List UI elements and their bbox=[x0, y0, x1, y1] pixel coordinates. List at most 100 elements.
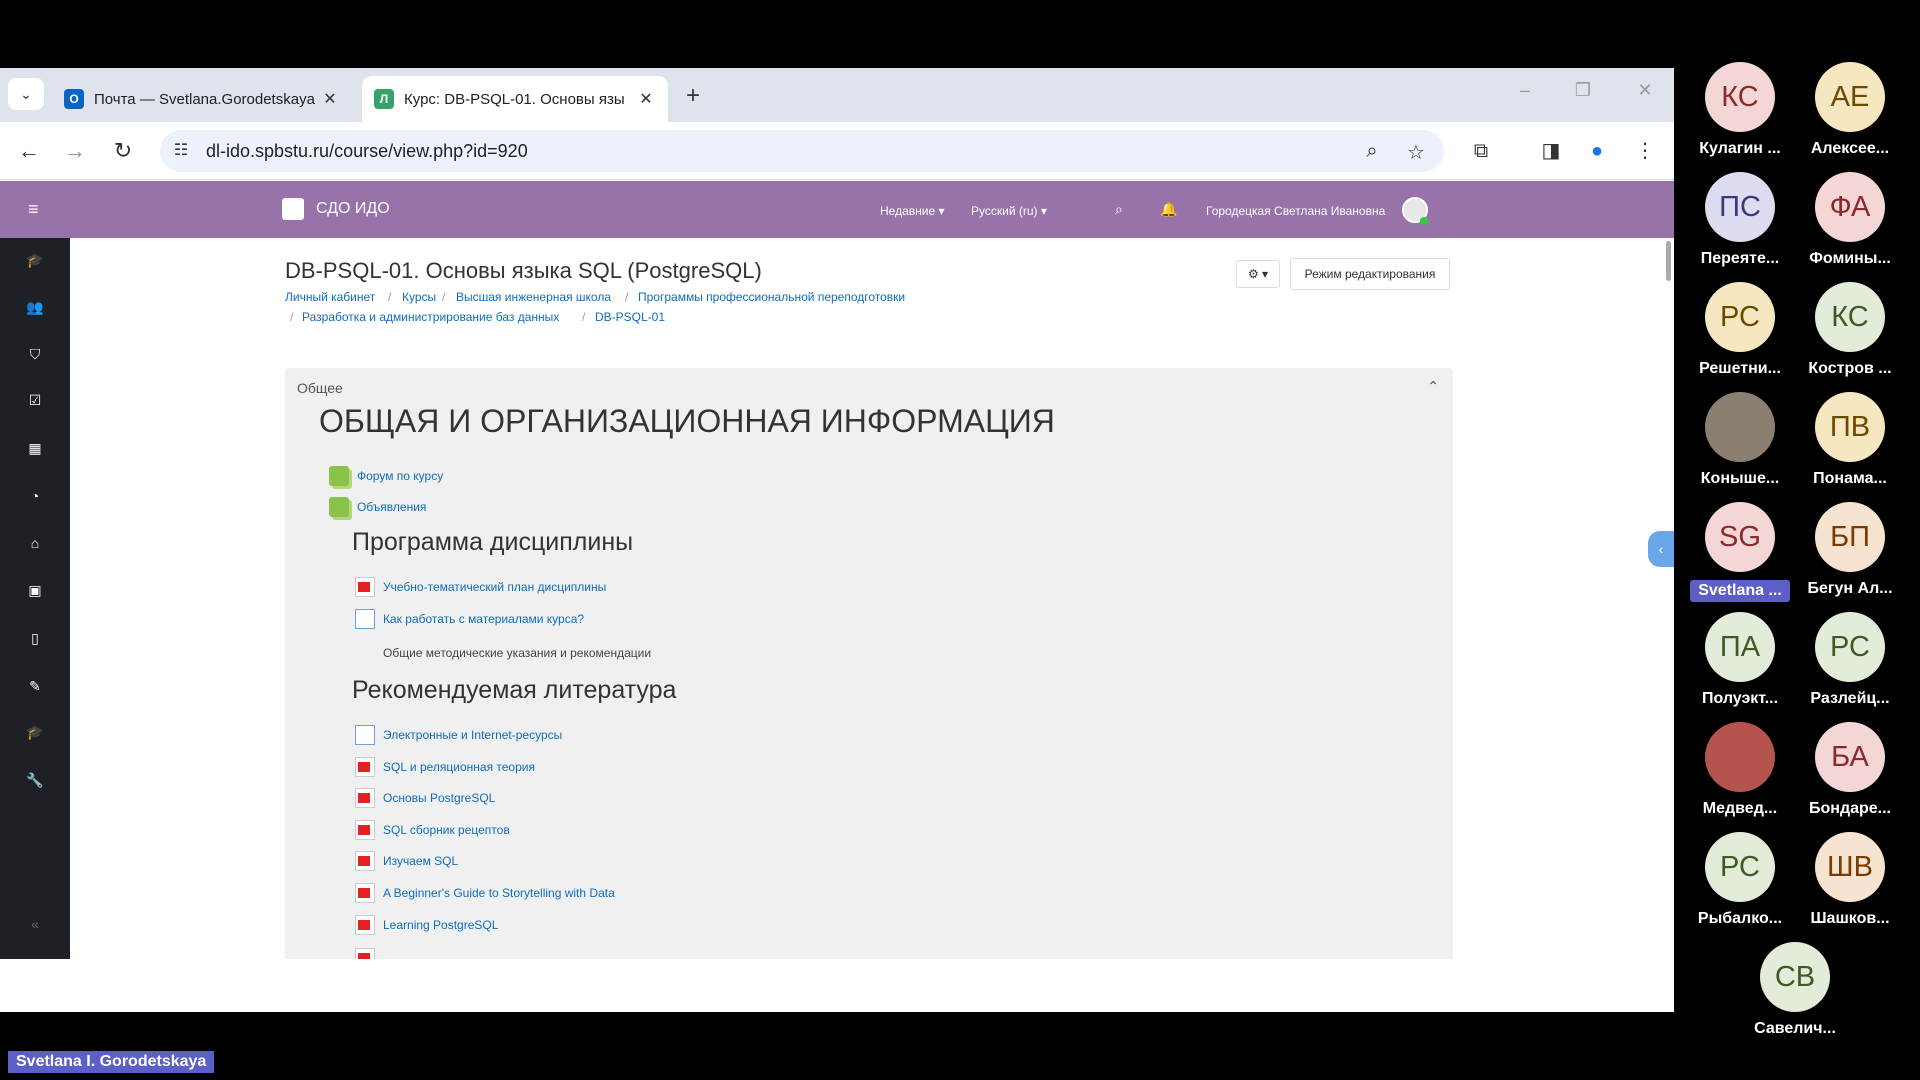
hamburger-menu-icon[interactable]: ≡ bbox=[28, 199, 39, 220]
site-info-icon[interactable]: ☷ bbox=[170, 140, 192, 162]
reload-icon[interactable]: ↻ bbox=[108, 136, 138, 166]
chevron-up-icon[interactable]: ⌃ bbox=[1427, 378, 1439, 395]
activity-pdf[interactable]: Основы PostgreSQL bbox=[355, 788, 495, 808]
graduation-cap-icon[interactable]: 🎓 bbox=[24, 724, 46, 741]
activity-link[interactable]: Учебно-тематический план дисциплины bbox=[383, 580, 606, 594]
moodle-favicon-icon: Л bbox=[374, 89, 394, 109]
recent-dropdown[interactable]: Недавние ▾ bbox=[880, 204, 945, 218]
participant-tile[interactable]: КС Костров ... bbox=[1800, 282, 1900, 378]
back-icon[interactable]: ← bbox=[14, 136, 44, 166]
chevron-left-icon[interactable]: ‹ bbox=[1648, 531, 1674, 567]
participant-tile-speaking[interactable]: SG Svetlana ... bbox=[1690, 502, 1790, 602]
search-icon[interactable]: ⌕ bbox=[1115, 201, 1123, 218]
side-panel-icon[interactable]: ◨ bbox=[1538, 138, 1564, 164]
zoom-icon[interactable]: ⌕ bbox=[1360, 140, 1384, 163]
table-icon[interactable]: ▦ bbox=[24, 440, 46, 457]
activity-pdf[interactable]: SQL сборник рецептов bbox=[355, 820, 510, 840]
participant-tile[interactable]: Коныше... bbox=[1690, 392, 1790, 488]
close-tab-icon[interactable]: ✕ bbox=[320, 89, 340, 109]
calendar-icon[interactable]: ▣ bbox=[24, 582, 46, 599]
brush-icon[interactable]: ✎ bbox=[24, 678, 46, 695]
site-logo[interactable] bbox=[282, 198, 304, 220]
tab-search-button[interactable]: ⌄ bbox=[8, 78, 44, 110]
profile-icon[interactable]: ● bbox=[1584, 138, 1610, 164]
participant-tile[interactable]: ПА Полуэкт... bbox=[1690, 612, 1790, 708]
section-label[interactable]: Общее bbox=[297, 380, 343, 396]
participant-tile[interactable]: Медвед... bbox=[1690, 722, 1790, 818]
activity-link[interactable]: A Beginner's Guide to Storytelling with … bbox=[383, 886, 615, 900]
subsection-heading: Рекомендуемая литература bbox=[352, 676, 677, 704]
home-icon[interactable]: ⌂ bbox=[24, 535, 46, 551]
activity-forum[interactable]: Форум по курсу bbox=[329, 466, 443, 486]
extensions-icon[interactable]: ⧉ bbox=[1468, 138, 1494, 164]
breadcrumb-item[interactable]: Личный кабинет bbox=[285, 290, 375, 304]
activity-link[interactable]: Learning PostgreSQL bbox=[383, 918, 498, 932]
bell-icon[interactable]: 🔔 bbox=[1160, 201, 1177, 218]
shield-icon[interactable]: ⛉ bbox=[24, 346, 46, 363]
participant-tile[interactable]: ПС Переяте... bbox=[1690, 172, 1790, 268]
avatar: КС bbox=[1815, 282, 1885, 352]
activity-link[interactable]: SQL сборник рецептов bbox=[383, 823, 510, 837]
user-name[interactable]: Городецкая Светлана Ивановна bbox=[1206, 204, 1385, 218]
address-bar[interactable]: ☷ dl-ido.spbstu.ru/course/view.php?id=92… bbox=[160, 130, 1444, 172]
breadcrumb-item[interactable]: Программы профессиональной переподготовк… bbox=[638, 290, 905, 304]
activity-pdf[interactable]: Learning PostgreSQL bbox=[355, 915, 498, 935]
bookmark-star-icon[interactable]: ☆ bbox=[1404, 140, 1428, 165]
minimize-icon[interactable]: – bbox=[1510, 80, 1540, 101]
activity-link[interactable]: Как работать с материалами курса? bbox=[383, 612, 584, 626]
dashboard-icon[interactable]: ◔ bbox=[24, 488, 46, 504]
wrench-icon[interactable]: 🔧 bbox=[24, 772, 46, 789]
activity-pdf[interactable] bbox=[355, 948, 383, 959]
edit-mode-button[interactable]: Режим редактирования bbox=[1290, 258, 1450, 290]
site-name[interactable]: СДО ИДО bbox=[316, 200, 390, 218]
activity-pdf[interactable]: Изучаем SQL bbox=[355, 851, 458, 871]
participant-tile[interactable]: КС Кулагин ... bbox=[1690, 62, 1790, 158]
activity-link[interactable]: Основы PostgreSQL bbox=[383, 791, 495, 805]
page-scrollbar[interactable] bbox=[1666, 241, 1671, 281]
breadcrumb-item[interactable]: DB-PSQL-01 bbox=[595, 310, 665, 324]
activity-pdf[interactable]: A Beginner's Guide to Storytelling with … bbox=[355, 883, 615, 903]
activity-link[interactable]: Изучаем SQL bbox=[383, 854, 458, 868]
participant-tile[interactable]: РС Разлейц... bbox=[1800, 612, 1900, 708]
activity-link[interactable]: SQL и реляционная теория bbox=[383, 760, 535, 774]
tab-course[interactable]: Л Курс: DB-PSQL-01. Основы язы ✕ bbox=[362, 76, 668, 122]
tab-mail[interactable]: O Почта — Svetlana.Gorodetskaya ✕ bbox=[52, 76, 352, 122]
participant-tile[interactable]: СВ Савелич... bbox=[1745, 942, 1845, 1038]
url-text[interactable]: dl-ido.spbstu.ru/course/view.php?id=920 bbox=[206, 141, 528, 162]
graduation-cap-icon[interactable]: 🎓 bbox=[24, 252, 46, 269]
breadcrumb-item[interactable]: Разработка и администрирование баз данны… bbox=[302, 310, 559, 324]
file-icon[interactable]: ▯ bbox=[24, 630, 46, 647]
activity-link[interactable]: Электронные и Internet-ресурсы bbox=[383, 728, 562, 742]
participant-tile[interactable]: РС Решетни... bbox=[1690, 282, 1790, 378]
users-icon[interactable]: 👥 bbox=[24, 299, 46, 316]
breadcrumb-separator: / bbox=[625, 290, 629, 304]
participant-name: Переяте... bbox=[1700, 250, 1780, 267]
collapse-drawer-icon[interactable]: « bbox=[24, 916, 46, 932]
checkbox-icon[interactable]: ☑ bbox=[24, 392, 46, 409]
activity-page[interactable]: Как работать с материалами курса? bbox=[355, 609, 584, 629]
close-window-icon[interactable]: ✕ bbox=[1630, 80, 1660, 101]
activity-pdf[interactable]: Учебно-тематический план дисциплины bbox=[355, 577, 606, 597]
activity-forum[interactable]: Объявления bbox=[329, 497, 426, 517]
breadcrumb-item[interactable]: Курсы bbox=[402, 290, 436, 304]
activity-page[interactable]: Электронные и Internet-ресурсы bbox=[355, 725, 562, 745]
participant-tile[interactable]: ШВ Шашков... bbox=[1800, 832, 1900, 928]
participant-tile[interactable]: БП Бегун Ал... bbox=[1800, 502, 1900, 598]
activity-link[interactable]: Форум по курсу bbox=[357, 469, 443, 483]
new-tab-button[interactable]: + bbox=[680, 82, 706, 110]
language-dropdown[interactable]: Русский (ru) ▾ bbox=[971, 204, 1047, 218]
activity-link[interactable]: Объявления bbox=[357, 500, 426, 514]
participant-tile[interactable]: РС Рыбалко... bbox=[1690, 832, 1790, 928]
participant-tile[interactable]: БА Бондаре... bbox=[1800, 722, 1900, 818]
menu-kebab-icon[interactable]: ⋮ bbox=[1632, 138, 1658, 164]
participant-tile[interactable]: ПВ Понама... bbox=[1800, 392, 1900, 488]
course-settings-button[interactable]: ⚙ ▾ bbox=[1236, 260, 1280, 288]
participant-tile[interactable]: ФА Фомины... bbox=[1800, 172, 1900, 268]
activity-pdf[interactable]: SQL и реляционная теория bbox=[355, 757, 535, 777]
avatar-initials: ПС bbox=[1719, 190, 1761, 223]
breadcrumb-item[interactable]: Высшая инженерная школа bbox=[456, 290, 611, 304]
forward-icon[interactable]: → bbox=[60, 136, 90, 166]
restore-icon[interactable]: ❐ bbox=[1568, 80, 1598, 101]
participant-tile[interactable]: АЕ Алексее... bbox=[1800, 62, 1900, 158]
close-tab-icon[interactable]: ✕ bbox=[636, 89, 656, 109]
